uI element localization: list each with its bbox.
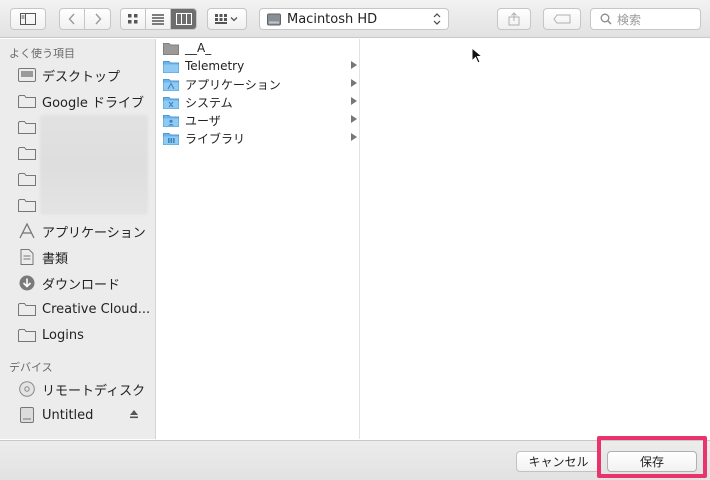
folder-icon [163,60,179,73]
share-button[interactable] [497,8,531,30]
file-name: ユーザ [185,113,221,128]
sidebar: よく使う項目 デスクトップ Google ドライブ アプリケーション 書類 ダウ… [0,39,156,439]
save-button-highlight [597,436,707,478]
sidebar-item-label: Logins [42,327,84,343]
file-row-system[interactable]: システム [157,93,360,111]
folder-icon [18,119,36,135]
location-popup[interactable]: Macintosh HD [259,8,449,30]
library-folder-icon [163,132,179,145]
disclosure-arrow-icon [351,61,357,69]
browser-column-empty[interactable] [361,39,710,439]
file-name: Telemetry [185,59,245,73]
list-view-button[interactable] [146,9,171,29]
sidebar-item-creative-cloud[interactable]: Creative Cloud... [0,297,155,321]
location-label: Macintosh HD [287,11,378,27]
sidebar-item-label: ダウンロード [42,277,121,293]
devices-header: デバイス [9,361,53,374]
file-row-applications[interactable]: アプリケーション [157,75,360,93]
sidebar-item-label: アプリケーション [42,225,146,241]
file-row-users[interactable]: ユーザ [157,111,360,129]
sidebar-item-applications[interactable]: アプリケーション [0,219,155,243]
system-folder-icon [163,96,179,109]
folder-icon [18,301,36,317]
arrange-button[interactable] [207,8,247,30]
folder-icon [18,171,36,187]
navigation-buttons [59,8,111,30]
forward-button[interactable] [85,9,110,29]
sidebar-item-hidden-3[interactable] [0,167,155,191]
icon-view-icon [128,14,138,24]
sidebar-item-desktop[interactable]: デスクトップ [0,63,155,87]
applications-folder-icon [163,78,179,91]
folder-icon [18,145,36,161]
column-view-icon [175,13,192,25]
sidebar-item-label: リモートディスク [42,383,146,399]
search-field[interactable]: 検索 [590,8,701,30]
icon-view-button[interactable] [121,9,146,29]
sidebar-item-logins[interactable]: Logins [0,323,155,347]
sidebar-icon [20,13,36,25]
drive-icon [18,407,36,423]
toolbar: Macintosh HD 検索 [0,0,710,38]
chevron-left-icon [68,13,75,25]
sidebar-item-documents[interactable]: 書類 [0,245,155,269]
sidebar-item-label: 書類 [42,251,69,267]
applications-icon [18,223,36,239]
column-view-button[interactable] [171,9,196,29]
mouse-cursor-icon [471,47,483,64]
sidebar-item-hidden-4[interactable] [0,193,155,217]
folder-icon [18,327,36,343]
sidebar-item-downloads[interactable]: ダウンロード [0,271,155,295]
folder-icon [18,197,36,213]
file-name: ライブラリ [185,131,246,146]
file-row-library[interactable]: ライブラリ [157,129,360,147]
file-name: __A_ [185,41,212,55]
file-row-telemetry[interactable]: Telemetry [157,57,360,75]
favorites-header: よく使う項目 [9,47,75,60]
tag-icon [553,14,571,24]
up-down-chevron-icon [433,13,441,25]
users-folder-icon [163,114,179,127]
sidebar-item-untitled[interactable]: Untitled [0,403,155,427]
document-icon [18,249,36,265]
back-button[interactable] [60,9,85,29]
sidebar-item-google-drive[interactable]: Google ドライブ [0,89,155,113]
folder-icon [18,93,36,109]
gray-folder-icon [163,42,179,55]
search-icon [600,13,612,25]
desktop-folder-icon [18,67,36,83]
sidebar-item-label: Untitled [42,407,94,423]
browser-column-root: __A_ Telemetry アプリケーション システム ユーザ ライブラリ [157,39,360,439]
share-icon [508,12,520,26]
sidebar-item-remote-disc[interactable]: リモートディスク [0,377,155,401]
sidebar-item-hidden-2[interactable] [0,141,155,165]
search-placeholder: 検索 [617,12,642,27]
disclosure-arrow-icon [351,133,357,141]
eject-icon[interactable] [129,409,139,419]
sidebar-item-hidden-1[interactable] [0,115,155,139]
disclosure-arrow-icon [351,97,357,105]
cancel-button[interactable]: キャンセル [516,451,601,472]
sidebar-item-label: Creative Cloud... [42,301,151,317]
view-mode-switcher [120,8,197,30]
tags-button[interactable] [543,8,581,30]
disclosure-arrow-icon [351,115,357,123]
disclosure-arrow-icon [351,79,357,87]
file-row-a[interactable]: __A_ [157,39,360,57]
list-view-icon [152,14,164,25]
arrange-grid-icon [215,14,238,24]
file-name: アプリケーション [185,77,281,92]
download-icon [18,275,36,291]
chevron-right-icon [94,13,101,25]
file-name: システム [185,95,233,110]
hard-drive-icon [267,13,281,25]
sidebar-item-label: デスクトップ [42,69,121,85]
sidebar-toggle-button[interactable] [10,8,46,30]
sidebar-item-label: Google ドライブ [42,95,144,111]
remote-disc-icon [18,381,36,397]
